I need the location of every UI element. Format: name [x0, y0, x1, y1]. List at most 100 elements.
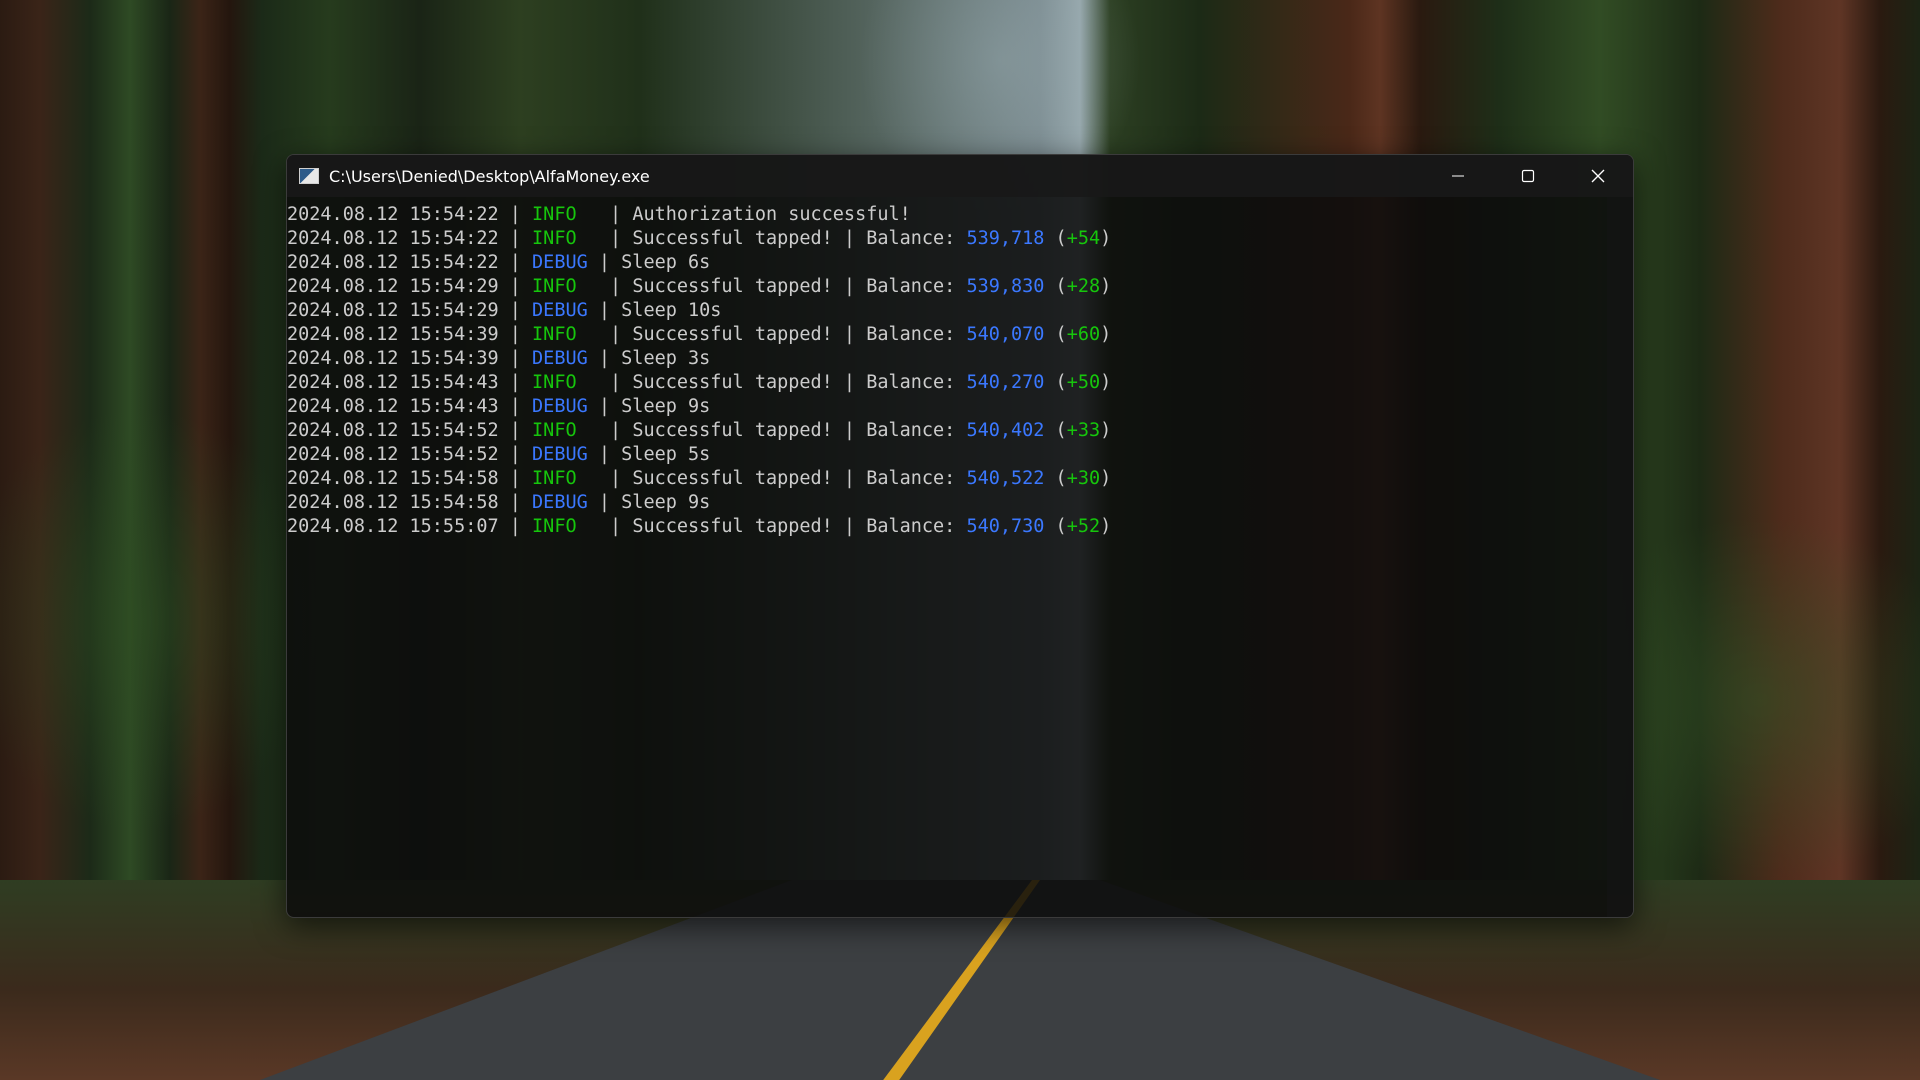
console-line: 2024.08.12 15:54:39 | INFO | Successful …	[287, 323, 1607, 347]
log-separator: |	[598, 228, 633, 249]
log-separator: |	[598, 492, 622, 513]
log-separator: |	[598, 420, 633, 441]
console-line: 2024.08.12 15:54:39 | DEBUG | Sleep 3s	[287, 347, 1607, 371]
log-level: INFO	[532, 420, 577, 441]
log-message: Authorization successful!	[632, 204, 911, 225]
log-paren-open: (	[1044, 372, 1067, 393]
log-level-pad	[577, 204, 599, 225]
log-separator: |	[498, 492, 533, 513]
log-delta: +28	[1066, 276, 1101, 297]
log-message: Sleep 9s	[621, 492, 711, 513]
log-balance: 540,402	[966, 420, 1045, 441]
log-delta: +52	[1066, 516, 1101, 537]
log-level-pad	[577, 420, 599, 441]
log-separator: |	[598, 300, 622, 321]
scrollbar[interactable]	[1607, 197, 1633, 917]
console-window[interactable]: C:\Users\Denied\Desktop\AlfaMoney.exe 20…	[286, 154, 1634, 918]
console-line: 2024.08.12 15:54:22 | INFO | Successful …	[287, 227, 1607, 251]
log-separator: |	[498, 204, 533, 225]
log-delta: +60	[1066, 324, 1101, 345]
log-separator: |	[598, 348, 622, 369]
log-level: DEBUG	[532, 444, 588, 465]
log-paren-open: (	[1044, 468, 1067, 489]
log-paren-open: (	[1044, 276, 1067, 297]
log-level-pad	[577, 372, 599, 393]
log-level-pad	[577, 228, 599, 249]
console-line: 2024.08.12 15:54:58 | DEBUG | Sleep 9s	[287, 491, 1607, 515]
log-paren-close: )	[1100, 228, 1112, 249]
log-separator: |	[498, 324, 533, 345]
log-timestamp: 2024.08.12 15:54:39	[287, 324, 499, 345]
desktop-wallpaper: C:\Users\Denied\Desktop\AlfaMoney.exe 20…	[0, 0, 1920, 1080]
log-message: Successful tapped! | Balance:	[632, 372, 967, 393]
log-paren-close: )	[1100, 372, 1112, 393]
log-timestamp: 2024.08.12 15:54:22	[287, 252, 499, 273]
log-level: INFO	[532, 204, 577, 225]
log-separator: |	[598, 468, 633, 489]
log-level-pad	[588, 444, 599, 465]
log-balance: 540,270	[966, 372, 1045, 393]
log-separator: |	[598, 516, 633, 537]
log-separator: |	[598, 444, 622, 465]
log-timestamp: 2024.08.12 15:54:43	[287, 396, 499, 417]
log-message: Successful tapped! | Balance:	[632, 324, 967, 345]
log-separator: |	[598, 276, 633, 297]
log-message: Successful tapped! | Balance:	[632, 276, 967, 297]
log-level-pad	[577, 276, 599, 297]
log-level: DEBUG	[532, 252, 588, 273]
log-level: INFO	[532, 276, 577, 297]
log-level: INFO	[532, 468, 577, 489]
log-separator: |	[498, 252, 533, 273]
log-balance: 540,522	[966, 468, 1045, 489]
log-separator: |	[498, 444, 533, 465]
window-controls	[1423, 155, 1633, 197]
log-timestamp: 2024.08.12 15:54:29	[287, 300, 499, 321]
log-message: Successful tapped! | Balance:	[632, 516, 967, 537]
console-line: 2024.08.12 15:54:43 | DEBUG | Sleep 9s	[287, 395, 1607, 419]
log-timestamp: 2024.08.12 15:54:43	[287, 372, 499, 393]
log-separator: |	[598, 204, 633, 225]
log-timestamp: 2024.08.12 15:54:52	[287, 444, 499, 465]
log-level: DEBUG	[532, 348, 588, 369]
log-level-pad	[588, 492, 599, 513]
console-app-icon	[299, 168, 319, 184]
log-level-pad	[588, 252, 599, 273]
log-separator: |	[498, 516, 533, 537]
log-timestamp: 2024.08.12 15:54:39	[287, 348, 499, 369]
console-line: 2024.08.12 15:54:22 | DEBUG | Sleep 6s	[287, 251, 1607, 275]
log-paren-close: )	[1100, 420, 1112, 441]
log-separator: |	[498, 468, 533, 489]
log-separator: |	[498, 396, 533, 417]
log-message: Sleep 3s	[621, 348, 711, 369]
console-line: 2024.08.12 15:54:52 | INFO | Successful …	[287, 419, 1607, 443]
console-output[interactable]: 2024.08.12 15:54:22 | INFO | Authorizati…	[287, 197, 1607, 917]
log-separator: |	[598, 396, 622, 417]
log-timestamp: 2024.08.12 15:54:22	[287, 204, 499, 225]
title-bar[interactable]: C:\Users\Denied\Desktop\AlfaMoney.exe	[287, 155, 1633, 197]
console-line: 2024.08.12 15:54:29 | DEBUG | Sleep 10s	[287, 299, 1607, 323]
log-level-pad	[577, 324, 599, 345]
minimize-icon	[1452, 175, 1464, 177]
log-paren-close: )	[1100, 276, 1112, 297]
log-paren-close: )	[1100, 516, 1112, 537]
log-timestamp: 2024.08.12 15:55:07	[287, 516, 499, 537]
log-separator: |	[598, 372, 633, 393]
window-title: C:\Users\Denied\Desktop\AlfaMoney.exe	[329, 166, 650, 186]
log-message: Successful tapped! | Balance:	[632, 468, 967, 489]
maximize-button[interactable]	[1493, 155, 1563, 197]
log-level: DEBUG	[532, 396, 588, 417]
log-timestamp: 2024.08.12 15:54:58	[287, 492, 499, 513]
log-level: DEBUG	[532, 300, 588, 321]
minimize-button[interactable]	[1423, 155, 1493, 197]
close-button[interactable]	[1563, 155, 1633, 197]
log-timestamp: 2024.08.12 15:54:58	[287, 468, 499, 489]
log-message: Successful tapped! | Balance:	[632, 228, 967, 249]
log-message: Successful tapped! | Balance:	[632, 420, 967, 441]
log-balance: 540,070	[966, 324, 1045, 345]
console-line: 2024.08.12 15:55:07 | INFO | Successful …	[287, 515, 1607, 539]
log-paren-close: )	[1100, 468, 1112, 489]
log-message: Sleep 10s	[621, 300, 722, 321]
log-message: Sleep 5s	[621, 444, 711, 465]
log-message: Sleep 9s	[621, 396, 711, 417]
log-level: INFO	[532, 228, 577, 249]
